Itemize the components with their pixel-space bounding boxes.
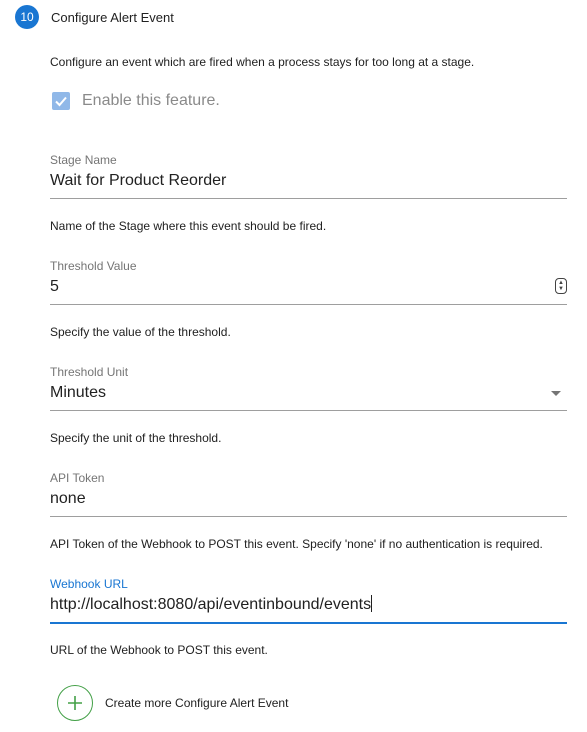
- webhook-url-field[interactable]: Webhook URL http://localhost:8080/api/ev…: [50, 577, 567, 624]
- api-token-helper: API Token of the Webhook to POST this ev…: [50, 537, 543, 551]
- api-token-underline: [50, 516, 567, 517]
- dropdown-arrow-icon[interactable]: [551, 391, 561, 396]
- threshold-unit-helper: Specify the unit of the threshold.: [50, 431, 222, 445]
- step-title: Configure Alert Event: [51, 9, 174, 25]
- spinner-down-icon[interactable]: ▼: [558, 286, 564, 292]
- plus-icon: [68, 696, 82, 710]
- threshold-unit-select-wrap[interactable]: Minutes: [50, 382, 567, 404]
- stage-name-field[interactable]: Stage Name Wait for Product Reorder: [50, 153, 567, 199]
- create-more-label[interactable]: Create more Configure Alert Event: [105, 696, 288, 710]
- webhook-url-label: Webhook URL: [50, 577, 128, 591]
- section-description: Configure an event which are fired when …: [50, 55, 475, 69]
- webhook-url-input-wrap[interactable]: http://localhost:8080/api/eventinbound/e…: [50, 594, 567, 616]
- api-token-label: API Token: [50, 471, 105, 485]
- threshold-value-label: Threshold Value: [50, 259, 137, 273]
- threshold-value-helper: Specify the value of the threshold.: [50, 325, 231, 339]
- webhook-url-input[interactable]: http://localhost:8080/api/eventinbound/e…: [50, 596, 371, 613]
- threshold-unit-select[interactable]: Minutes: [50, 384, 106, 401]
- threshold-unit-label: Threshold Unit: [50, 365, 129, 379]
- plus-circle-icon[interactable]: [57, 685, 93, 721]
- threshold-value-underline: [50, 304, 567, 305]
- stage-name-label: Stage Name: [50, 153, 117, 167]
- api-token-field[interactable]: API Token none: [50, 471, 567, 517]
- threshold-value-input[interactable]: 5: [50, 278, 59, 295]
- threshold-unit-underline: [50, 410, 567, 411]
- step-number-badge: 10: [15, 5, 39, 29]
- threshold-value-field[interactable]: Threshold Value 5 ▲ ▼: [50, 259, 567, 305]
- stage-name-underline: [50, 198, 567, 199]
- threshold-unit-field[interactable]: Threshold Unit Minutes: [50, 365, 567, 411]
- webhook-url-underline: [50, 622, 567, 624]
- webhook-url-helper: URL of the Webhook to POST this event.: [50, 643, 268, 657]
- api-token-input[interactable]: none: [50, 488, 567, 510]
- number-spinner-icon[interactable]: ▲ ▼: [555, 278, 567, 294]
- text-caret: [371, 595, 373, 612]
- create-more-button[interactable]: Create more Configure Alert Event: [57, 685, 288, 721]
- step-header: 10 Configure Alert Event: [15, 5, 174, 29]
- stage-name-input[interactable]: Wait for Product Reorder: [50, 170, 567, 192]
- enable-feature-checkbox[interactable]: [52, 92, 70, 110]
- checkmark-icon: [55, 96, 67, 107]
- enable-feature-label[interactable]: Enable this feature.: [82, 92, 220, 110]
- enable-feature-checkbox-row[interactable]: Enable this feature.: [52, 92, 220, 110]
- stage-name-helper: Name of the Stage where this event shoul…: [50, 219, 327, 233]
- threshold-value-input-wrap[interactable]: 5 ▲ ▼: [50, 276, 567, 298]
